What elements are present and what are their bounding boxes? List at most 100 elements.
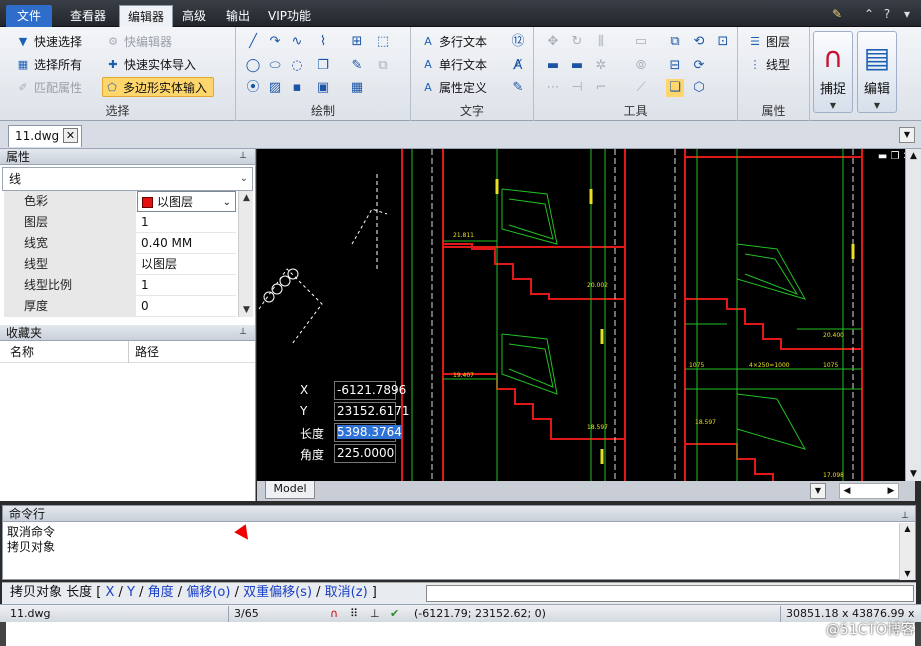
- draworder-icon[interactable]: ❏: [666, 79, 684, 97]
- move-icon[interactable]: ✥: [544, 33, 562, 51]
- coord-length-input[interactable]: 5398.3764: [334, 423, 402, 442]
- text-style-icon[interactable]: ⑫: [509, 33, 527, 51]
- distance-icon[interactable]: ⊟: [666, 57, 684, 75]
- image-icon[interactable]: ▣: [314, 79, 332, 97]
- area-icon[interactable]: ⟳: [690, 57, 708, 75]
- coord-x-input[interactable]: -6121.7896: [334, 381, 406, 400]
- tab-list-dropdown[interactable]: ▼: [899, 127, 915, 143]
- coord-y-input[interactable]: 23152.6171: [334, 402, 410, 421]
- scroll-up-icon[interactable]: ▲: [900, 523, 915, 535]
- tab-output[interactable]: 输出: [218, 5, 258, 27]
- option-offset[interactable]: 偏移(o): [186, 585, 230, 600]
- option-double-offset[interactable]: 双重偏移(s): [243, 585, 312, 600]
- close-icon[interactable]: ✕: [63, 128, 78, 143]
- canvas-hscrollbar[interactable]: ◀ ▶: [839, 483, 899, 499]
- ortho-toggle-icon[interactable]: ⊥: [370, 605, 380, 622]
- mtext-button[interactable]: A 多行文本: [419, 32, 487, 52]
- explode-icon[interactable]: ✲: [592, 57, 610, 75]
- extend-icon[interactable]: ⌐: [592, 79, 610, 97]
- line-icon[interactable]: ╱: [244, 33, 262, 51]
- pin-icon[interactable]: ⊥: [901, 508, 909, 524]
- pencil-icon[interactable]: ✎: [348, 57, 366, 75]
- match-props-button[interactable]: ✐ 匹配属性: [14, 78, 82, 98]
- join-icon[interactable]: ⦾: [632, 57, 650, 75]
- tab-file[interactable]: 文件: [6, 5, 52, 27]
- model-tab[interactable]: Model: [265, 481, 315, 499]
- pin-icon[interactable]: ⊥: [237, 151, 249, 162]
- refresh-icon[interactable]: ⊡: [714, 33, 732, 51]
- scroll-up-icon[interactable]: ▲: [239, 191, 254, 205]
- col-path[interactable]: 路径: [128, 341, 159, 363]
- tab-vip[interactable]: VIP功能: [260, 5, 319, 27]
- table-icon[interactable]: ▦: [348, 79, 366, 97]
- collapse-icon[interactable]: ⌃: [862, 7, 876, 21]
- scroll-up-icon[interactable]: ▲: [906, 149, 921, 163]
- scroll-down-icon[interactable]: ▼: [906, 467, 921, 481]
- snap-button[interactable]: ∩ 捕捉 ▼: [813, 31, 853, 113]
- scroll-down-icon[interactable]: ▼: [239, 303, 254, 317]
- insert-block-icon[interactable]: ⊞: [348, 33, 366, 51]
- layer-button[interactable]: ☰ 图层: [746, 32, 790, 52]
- hatch-icon[interactable]: ▨: [266, 79, 284, 97]
- select-all-button[interactable]: ▦ 选择所有: [14, 55, 82, 75]
- text-find-icon[interactable]: ✎: [509, 79, 527, 97]
- grid-toggle-icon[interactable]: ⠿: [350, 605, 358, 622]
- polygon-entity-input-button[interactable]: ⬠ 多边形实体输入: [102, 77, 215, 97]
- spline-icon[interactable]: ∿: [288, 33, 306, 51]
- quick-editor-button[interactable]: ⚙ 快编辑器: [104, 32, 172, 52]
- settings-icon[interactable]: ▾: [900, 7, 914, 21]
- ungroup-icon[interactable]: ⟲: [690, 33, 708, 51]
- prop-row-thickness[interactable]: 厚度 0: [4, 296, 236, 317]
- col-name[interactable]: 名称: [10, 341, 34, 363]
- prop-row-linetype[interactable]: 线型 以图层: [4, 254, 236, 275]
- option-x[interactable]: X: [105, 585, 114, 600]
- option-cancel[interactable]: 取消(z): [325, 585, 368, 600]
- snap-toggle-icon[interactable]: ∩: [330, 605, 338, 622]
- coord-angle-input[interactable]: 225.0000: [334, 444, 396, 463]
- rotate-icon[interactable]: ↻: [568, 33, 586, 51]
- text-edit-icon[interactable]: A̸: [509, 57, 527, 75]
- pin-icon[interactable]: ⊥: [237, 327, 249, 338]
- ellipse-arc-icon[interactable]: ◌: [288, 57, 306, 75]
- point-icon[interactable]: ⦿: [244, 79, 262, 97]
- ellipse-icon[interactable]: ⬭: [266, 57, 284, 75]
- rect-icon[interactable]: ▬: [544, 57, 562, 75]
- pen-icon[interactable]: ✎: [830, 7, 844, 21]
- mirror-icon[interactable]: ⫼: [592, 33, 610, 51]
- color-select[interactable]: 以图层 ⌄: [137, 191, 236, 212]
- scroll-left-icon[interactable]: ◀: [840, 484, 854, 498]
- document-tab[interactable]: 11.dwg ✕: [8, 125, 82, 147]
- canvas-vscrollbar[interactable]: ▲ ▼: [905, 149, 921, 481]
- offset-icon[interactable]: ⋯: [544, 79, 562, 97]
- tab-advanced[interactable]: 高级: [174, 5, 214, 27]
- layout-dropdown[interactable]: ▼: [810, 483, 826, 499]
- stext-button[interactable]: A 单行文本: [419, 55, 487, 75]
- properties-scrollbar[interactable]: ▲ ▼: [238, 191, 253, 317]
- dot-icon[interactable]: ▪: [288, 79, 306, 97]
- circle-icon[interactable]: ◯: [244, 57, 262, 75]
- prop-row-lineweight[interactable]: 线宽 0.40 MM: [4, 233, 236, 254]
- scale-icon[interactable]: ▭: [632, 33, 650, 51]
- edit-button[interactable]: ▤ 编辑 ▼: [857, 31, 897, 113]
- hatch-region-icon[interactable]: ⬚: [374, 33, 392, 51]
- command-input[interactable]: [426, 585, 914, 602]
- help-icon[interactable]: ?: [880, 7, 894, 21]
- fillet-icon[interactable]: ⟋: [632, 79, 650, 97]
- attdef-button[interactable]: A 属性定义: [419, 78, 487, 98]
- purge-icon[interactable]: ⬡: [690, 79, 708, 97]
- scroll-down-icon[interactable]: ▼: [900, 568, 915, 580]
- block-icon[interactable]: ▬: [568, 57, 586, 75]
- scroll-right-icon[interactable]: ▶: [884, 484, 898, 498]
- array-icon[interactable]: ⧉: [374, 57, 392, 75]
- quick-entity-import-button[interactable]: ✚ 快速实体导入: [104, 55, 196, 75]
- option-angle[interactable]: 角度: [148, 585, 174, 600]
- option-y[interactable]: Y: [127, 585, 135, 600]
- arc-icon[interactable]: ↷: [266, 33, 284, 51]
- polyline-icon[interactable]: ⌇: [314, 33, 332, 51]
- quick-select-button[interactable]: ▼ 快速选择: [14, 32, 82, 52]
- command-scrollbar[interactable]: ▲ ▼: [899, 523, 915, 580]
- prop-row-layer[interactable]: 图层 1: [4, 212, 236, 233]
- prop-row-linetype-scale[interactable]: 线型比例 1: [4, 275, 236, 296]
- linetype-button[interactable]: ⋮ 线型: [746, 55, 791, 75]
- trim-icon[interactable]: ⊣: [568, 79, 586, 97]
